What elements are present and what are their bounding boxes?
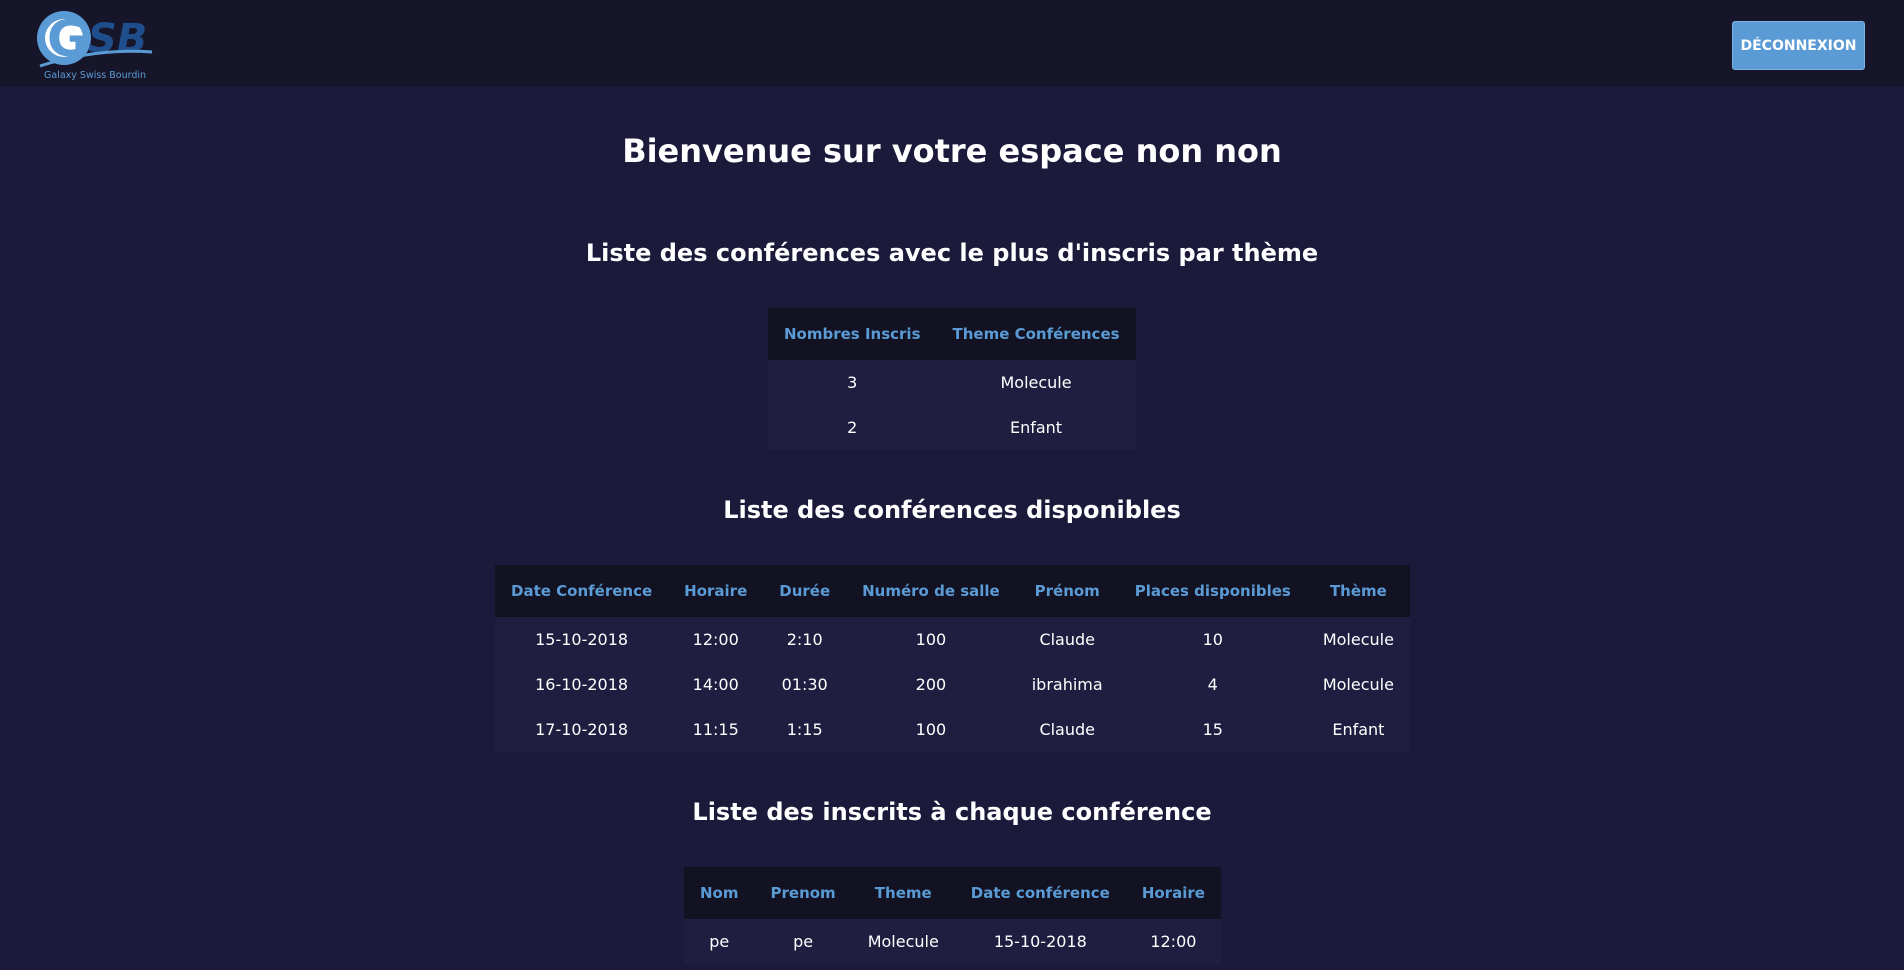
table-cell: Enfant: [936, 405, 1136, 450]
table-cell: 11:15: [668, 707, 764, 752]
table-row: 15-10-2018 12:00 2:10 100 Claude 10 Molecule: [495, 617, 1410, 662]
table-cell: pe: [754, 919, 852, 964]
logout-button[interactable]: DÉCONNEXION: [1732, 21, 1865, 70]
column-header: Horaire: [668, 565, 764, 617]
column-header: Nombres Inscris: [768, 308, 937, 360]
table-cell: 01:30: [763, 662, 847, 707]
svg-text:SB: SB: [88, 16, 147, 62]
column-header: Horaire: [1125, 867, 1221, 919]
table-cell: Claude: [1015, 707, 1119, 752]
table-cell: Claude: [1015, 617, 1119, 662]
table-cell: 15-10-2018: [954, 919, 1126, 964]
table-cell: 14:00: [668, 662, 764, 707]
table-row: 3 Molecule: [768, 360, 1136, 405]
table-cell: 10: [1118, 617, 1307, 662]
table-cell: Molecule: [1306, 617, 1410, 662]
column-header: Theme: [851, 867, 955, 919]
top-conferences-table: Nombres Inscris Theme Conférences 3 Molecu…: [768, 308, 1136, 450]
table-header-row: Nom Prenom Theme Date conférence Horaire: [684, 867, 1221, 919]
table-cell: 12:00: [668, 617, 764, 662]
column-header: Numéro de salle: [846, 565, 1016, 617]
column-header: Thème: [1306, 565, 1410, 617]
table-cell: 100: [846, 617, 1016, 662]
table-cell: ibrahima: [1015, 662, 1119, 707]
svg-text:Galaxy Swiss Bourdin: Galaxy Swiss Bourdin: [44, 70, 146, 81]
table-cell: Molecule: [851, 919, 955, 964]
table-cell: 2: [768, 405, 937, 450]
column-header: Prénom: [1015, 565, 1119, 617]
column-header: Nom: [684, 867, 755, 919]
table-cell: 4: [1118, 662, 1307, 707]
gsb-logo[interactable]: G SB Galaxy Swiss Bourdin: [36, 8, 156, 82]
table-cell: 1:15: [763, 707, 847, 752]
table-cell: Molecule: [936, 360, 1136, 405]
table-cell: pe: [684, 919, 755, 964]
column-header: Prenom: [754, 867, 852, 919]
top-conferences-title: Liste des conférences avec le plus d'ins…: [585, 239, 1319, 267]
table-cell: 200: [846, 662, 1016, 707]
welcome-title: Bienvenue sur votre espace non non: [622, 132, 1282, 170]
table-row: 16-10-2018 14:00 01:30 200 ibrahima 4 Molecule: [495, 662, 1410, 707]
table-row: pe pe Molecule 15-10-2018 12:00: [684, 919, 1221, 964]
table-cell: 17-10-2018: [495, 707, 669, 752]
table-row: 2 Enfant: [768, 405, 1136, 450]
registered-attendees-table: Nom Prenom Theme Date conférence Horaire pe p…: [684, 867, 1221, 964]
table-cell: 2:10: [763, 617, 847, 662]
column-header: Date Conférence: [495, 565, 669, 617]
available-conferences-table: Date Conférence Horaire Durée Numéro de sal…: [495, 565, 1410, 752]
table-cell: 3: [768, 360, 937, 405]
registered-attendees-title: Liste des inscrits à chaque conférence: [692, 798, 1212, 826]
table-cell: Molecule: [1306, 662, 1410, 707]
column-header: Date conférence: [954, 867, 1126, 919]
column-header: Theme Conférences: [936, 308, 1136, 360]
column-header: Durée: [763, 565, 847, 617]
available-conferences-title: Liste des conférences disponibles: [723, 496, 1181, 524]
table-cell: 15: [1118, 707, 1307, 752]
table-cell: Enfant: [1306, 707, 1410, 752]
table-header-row: Nombres Inscris Theme Conférences: [768, 308, 1136, 360]
table-cell: 15-10-2018: [495, 617, 669, 662]
table-cell: 12:00: [1125, 919, 1221, 964]
table-cell: 16-10-2018: [495, 662, 669, 707]
table-cell: 100: [846, 707, 1016, 752]
column-header: Places disponibles: [1118, 565, 1307, 617]
table-header-row: Date Conférence Horaire Durée Numéro de sal…: [495, 565, 1410, 617]
table-row: 17-10-2018 11:15 1:15 100 Claude 15 Enfant: [495, 707, 1410, 752]
top-bar: G SB Galaxy Swiss Bourdin DÉCONNEXION: [0, 0, 1904, 87]
